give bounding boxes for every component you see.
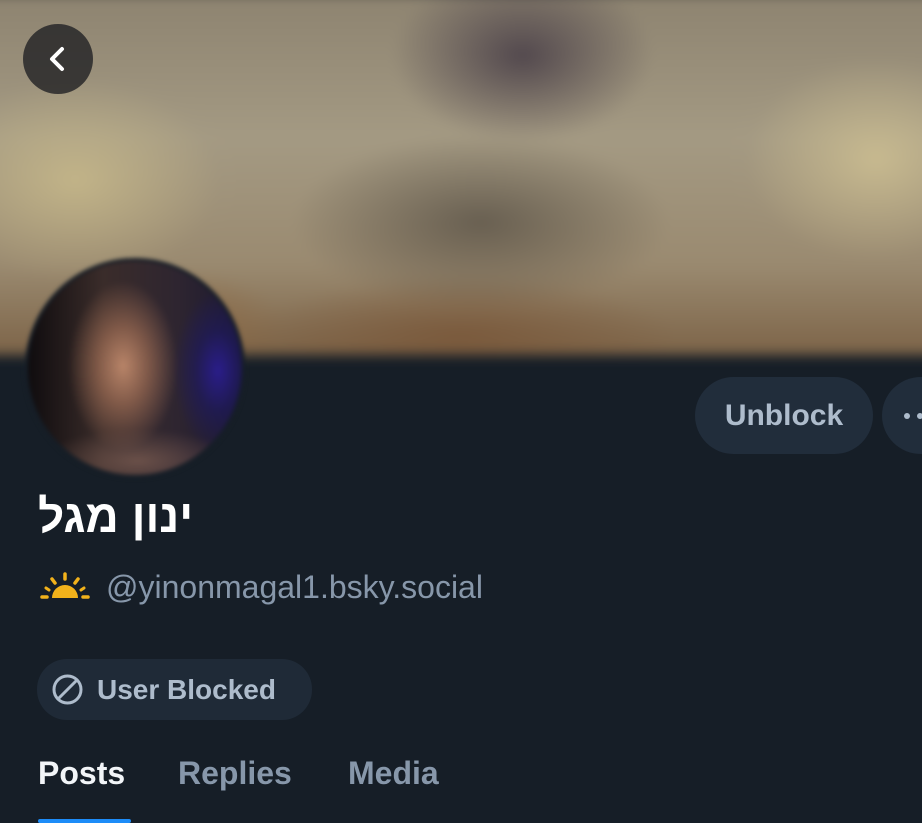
avatar[interactable] xyxy=(25,258,245,478)
tab-replies[interactable]: Replies xyxy=(178,755,292,792)
unblock-button[interactable]: Unblock xyxy=(695,377,873,454)
tab-posts[interactable]: Posts xyxy=(38,755,125,792)
profile-tabs: Posts Replies Media xyxy=(0,740,922,823)
handle-row: @yinonmagal1.bsky.social xyxy=(40,565,483,609)
user-blocked-badge: User Blocked xyxy=(37,659,312,720)
tab-media[interactable]: Media xyxy=(348,755,439,792)
user-blocked-label: User Blocked xyxy=(97,673,276,705)
chevron-left-icon xyxy=(50,47,64,71)
active-tab-indicator xyxy=(38,819,131,823)
back-button[interactable] xyxy=(23,24,93,94)
profile-page: Unblock ינון מגל @yinonmagal1.bsky.socia… xyxy=(0,0,922,823)
ellipsis-icon xyxy=(904,412,922,419)
block-icon xyxy=(51,673,84,706)
display-name: ינון מגל xyxy=(38,490,194,542)
handle-text: @yinonmagal1.bsky.social xyxy=(106,568,483,605)
sunrise-icon xyxy=(40,572,90,599)
more-options-button[interactable] xyxy=(882,377,922,454)
